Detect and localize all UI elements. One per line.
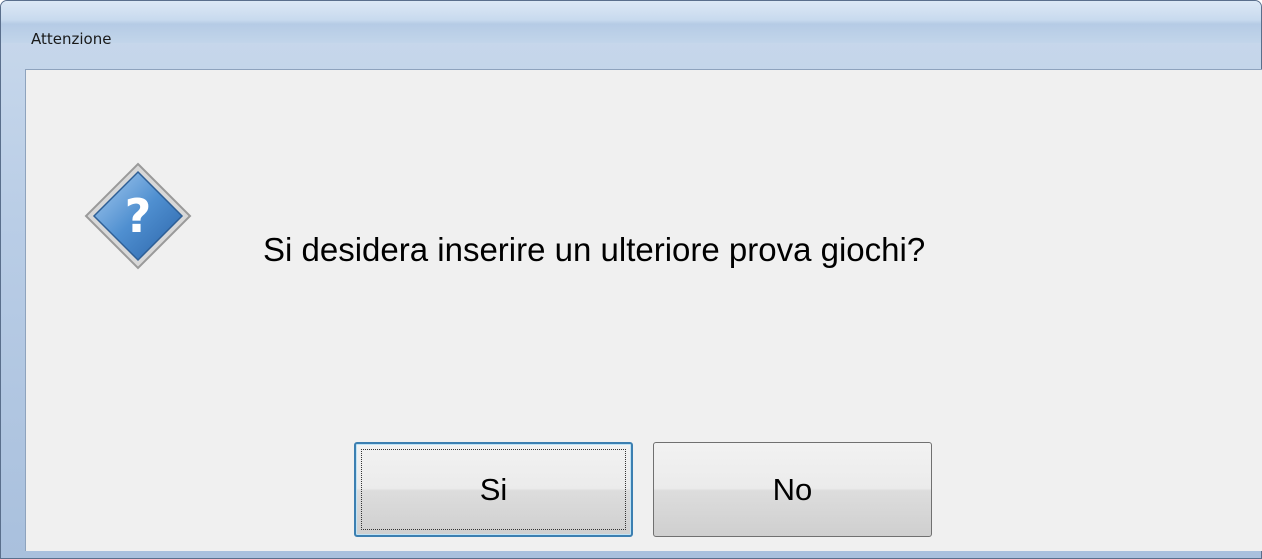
yes-button[interactable]: Si	[354, 442, 633, 537]
title-bar[interactable]: Attenzione	[1, 1, 1261, 48]
dialog-message: Si desidera inserire un ulteriore prova …	[263, 231, 926, 268]
svg-text:?: ?	[125, 189, 152, 243]
dialog-window: Attenzione ? Si desidera inserire un ult…	[0, 0, 1262, 559]
no-button[interactable]: No	[653, 442, 932, 537]
window-title: Attenzione	[31, 30, 112, 48]
yes-button-label: Si	[479, 471, 508, 507]
question-icon: ?	[76, 158, 196, 278]
no-button-label: No	[772, 471, 813, 507]
dialog-body: ? Si desidera inserire un ulteriore prov…	[25, 69, 1262, 551]
